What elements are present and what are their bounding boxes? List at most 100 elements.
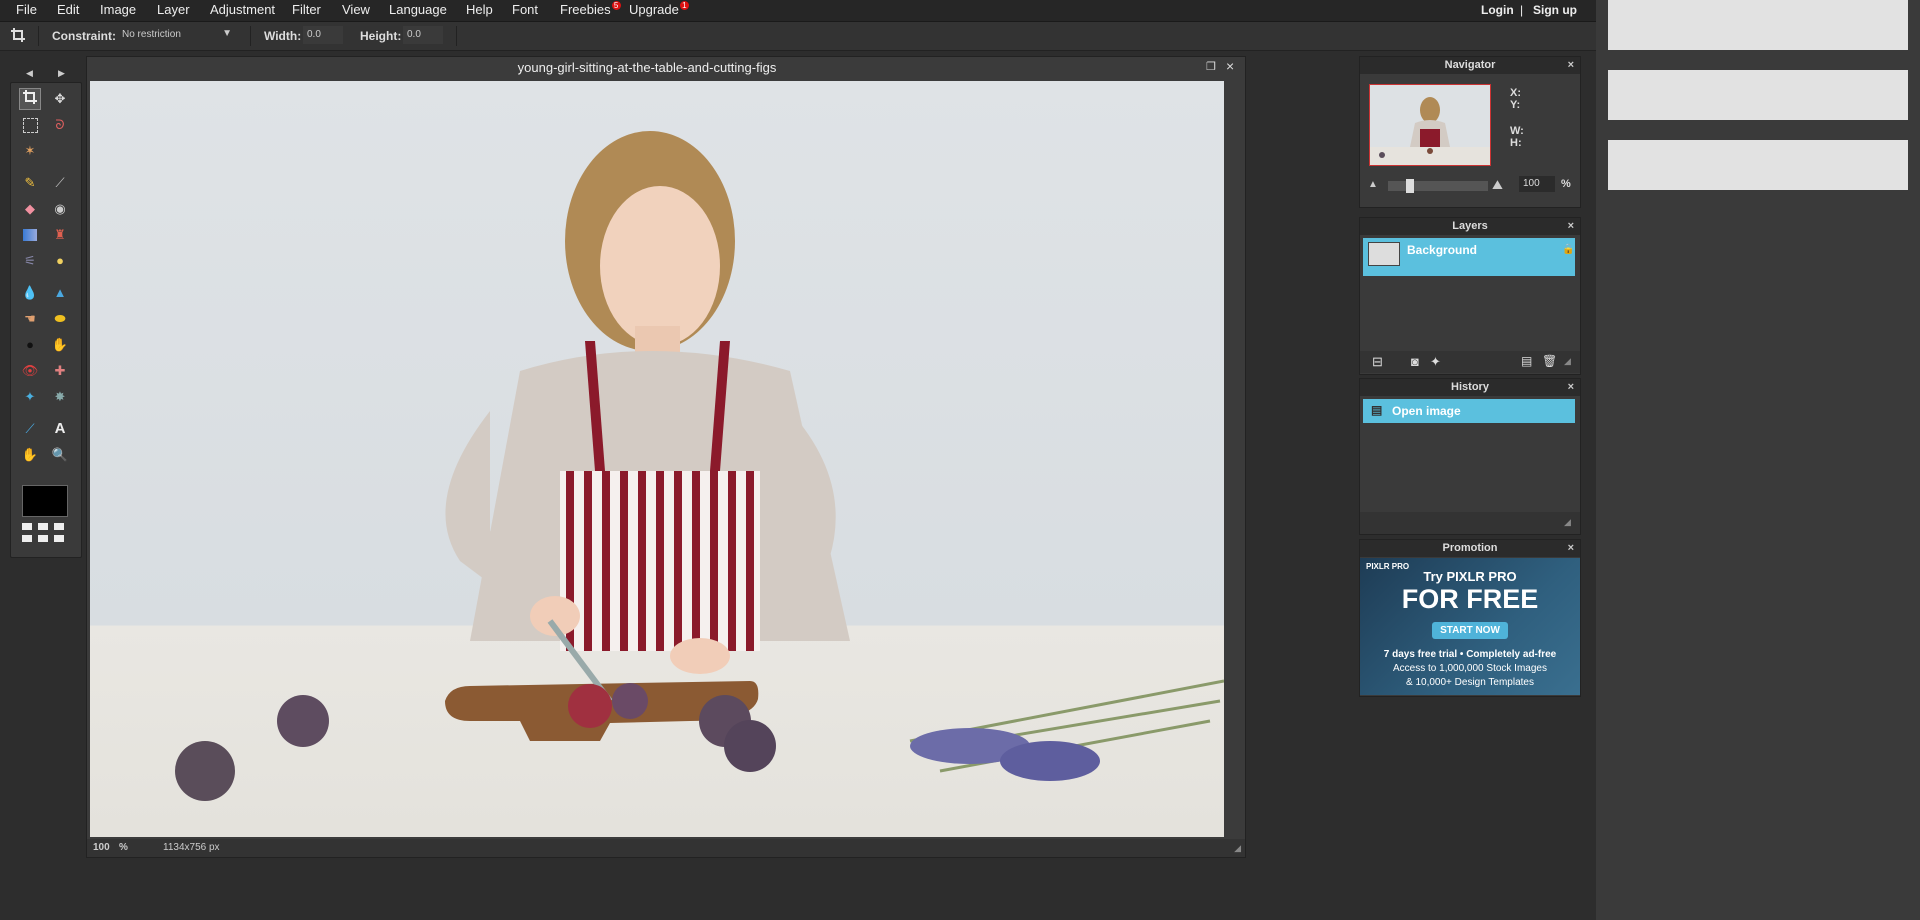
zoom-tool-icon[interactable]: 🔍 — [49, 444, 71, 466]
document-close-icon[interactable]: × — [1226, 58, 1234, 74]
height-label: Height: — [360, 29, 402, 43]
promotion-title: Promotion — [1442, 542, 1498, 554]
menu-freebies[interactable]: Freebies 5 — [560, 1, 621, 17]
spot-heal-tool-icon[interactable]: ✚ — [49, 360, 71, 382]
zoom-value[interactable]: 100 — [93, 842, 110, 853]
nav-zoom-input[interactable]: 100 — [1519, 176, 1555, 192]
bucket-tool-icon[interactable]: ◉ — [49, 198, 71, 220]
document-window: young-girl-sitting-at-the-table-and-cutt… — [86, 56, 1246, 858]
promo-line2: FOR FREE — [1401, 584, 1539, 614]
blur-tool-icon[interactable]: 💧 — [19, 282, 41, 304]
color-replace-tool-icon[interactable]: ⚟ — [19, 250, 41, 272]
ad-placeholder-3[interactable] — [1608, 140, 1908, 190]
promo-line4: Access to 1,000,000 Stock Images — [1393, 663, 1547, 674]
nav-zoom-handle[interactable] — [1406, 179, 1414, 193]
promotion-panel: Promotion × PIXLR PRO Try PIXLR PRO FOR … — [1359, 539, 1581, 697]
width-label: Width: — [264, 29, 302, 43]
image-size: 1134x756 px — [163, 842, 220, 853]
promo-line1: Try PIXLR PRO — [1423, 569, 1517, 584]
menu-edit[interactable]: Edit — [57, 2, 79, 17]
type-tool-icon[interactable]: A — [49, 418, 71, 440]
menu-image[interactable]: Image — [100, 2, 136, 17]
nav-zoom-unit: % — [1561, 178, 1571, 190]
promotion-close-icon[interactable]: × — [1568, 540, 1574, 557]
navigator-thumbnail[interactable] — [1369, 84, 1491, 166]
signup-link[interactable]: Sign up — [1533, 3, 1577, 17]
ad-placeholder-1[interactable] — [1608, 0, 1908, 50]
toolbox-collapse-right-icon[interactable]: ▶ — [58, 68, 65, 79]
upgrade-badge: 1 — [679, 1, 689, 10]
pinch-tool-icon[interactable]: ✸ — [49, 386, 71, 408]
navigator-panel: Navigator × X: Y: W: H: ▲ ⛰ 100 % — [1359, 56, 1581, 208]
crop-tool[interactable] — [19, 88, 41, 110]
delete-layer-icon[interactable]: 🗑 — [1542, 354, 1557, 368]
ad-placeholder-2[interactable] — [1608, 70, 1908, 120]
menu-font[interactable]: Font — [512, 2, 538, 17]
smudge-tool-icon[interactable]: ☚ — [19, 308, 41, 330]
layer-item-background[interactable]: Background 🔒 — [1363, 238, 1575, 276]
nav-y-label: Y: — [1510, 99, 1521, 111]
gradient-tool-icon[interactable] — [19, 224, 41, 246]
menu-upgrade[interactable]: Upgrade 1 — [629, 1, 689, 17]
login-link[interactable]: Login — [1481, 3, 1514, 17]
layer-settings-icon[interactable]: ⊟ — [1372, 354, 1383, 370]
nav-zoom-value: 100 — [1523, 178, 1540, 189]
marquee-tool-icon[interactable] — [19, 114, 41, 136]
zoom-out-icon[interactable]: ▲ — [1368, 179, 1378, 190]
lock-icon: 🔒 — [1562, 244, 1575, 255]
promotion-banner[interactable]: PIXLR PRO Try PIXLR PRO FOR FREE START N… — [1360, 558, 1580, 695]
layers-close-icon[interactable]: × — [1568, 218, 1574, 235]
brush-tool-icon[interactable]: ⟋ — [49, 172, 71, 194]
color-picker-tool-icon[interactable]: ⟋ — [19, 418, 41, 440]
new-layer-icon[interactable]: ▤ — [1521, 354, 1532, 368]
nav-zoom-slider[interactable] — [1388, 179, 1488, 193]
constraint-select[interactable]: No restriction ▼ — [118, 26, 236, 44]
menu-layer[interactable]: Layer — [157, 2, 190, 17]
promo-start-now-button[interactable]: START NOW — [1432, 622, 1508, 639]
foreground-color-swatch[interactable] — [22, 485, 68, 517]
promo-line5: & 10,000+ Design Templates — [1406, 677, 1534, 688]
dodge-tool-icon[interactable]: ● — [19, 334, 41, 356]
layer-style-icon[interactable]: ✦ — [1430, 354, 1441, 370]
history-resize-icon[interactable]: ◢ — [1564, 517, 1571, 528]
zoom-in-icon[interactable]: ⛰ — [1492, 177, 1503, 193]
eraser-tool-icon[interactable]: ◆ — [19, 198, 41, 220]
layer-mask-icon[interactable]: ◙ — [1411, 354, 1419, 369]
burn-tool-icon[interactable]: ✋ — [49, 334, 71, 356]
pencil-tool-icon[interactable]: ✎ — [19, 172, 41, 194]
move-tool-icon[interactable]: ✥ — [49, 88, 71, 110]
sharpen-tool-icon[interactable]: ▲ — [49, 282, 71, 304]
history-item-open-image[interactable]: ▤ Open image — [1363, 399, 1575, 423]
layer-name: Background — [1407, 243, 1478, 257]
bloat-tool-icon[interactable]: ✦ — [19, 386, 41, 408]
red-eye-tool-icon[interactable]: 👁 — [19, 360, 41, 382]
menu-adjustment[interactable]: Adjustment — [210, 2, 275, 17]
upgrade-label: Upgrade — [629, 2, 679, 17]
menu-language[interactable]: Language — [389, 2, 447, 17]
resize-grip-icon[interactable]: ◢ — [1234, 843, 1241, 854]
wand-tool-icon[interactable]: ✶ — [19, 140, 41, 162]
toolbox-collapse-left-icon[interactable]: ◀ — [26, 68, 33, 79]
layers-footer: ⊟ ◙ ✦ ▤ 🗑 ◢ — [1360, 351, 1580, 373]
menu-help[interactable]: Help — [466, 2, 493, 17]
crop-tool-icon — [23, 90, 37, 104]
width-input[interactable]: 0.0 — [303, 26, 343, 44]
promo-bullet: • — [1459, 649, 1464, 660]
menu-file[interactable]: File — [16, 2, 37, 17]
crop-icon — [10, 27, 26, 43]
layers-resize-icon[interactable]: ◢ — [1564, 356, 1571, 367]
image-canvas[interactable] — [90, 81, 1224, 837]
color-palette-grid[interactable] — [22, 523, 68, 549]
stamp-tool-icon[interactable]: ♜ — [49, 224, 71, 246]
promotion-header: Promotion × — [1360, 540, 1580, 557]
navigator-close-icon[interactable]: × — [1568, 57, 1574, 74]
lasso-tool-icon[interactable]: ᘐ — [49, 114, 71, 136]
maximize-icon[interactable]: ❐ — [1206, 60, 1216, 73]
height-input[interactable]: 0.0 — [403, 26, 443, 44]
sponge-tool-icon[interactable]: ⬬ — [49, 308, 71, 330]
drawing-tool-icon[interactable]: ● — [49, 250, 71, 272]
history-close-icon[interactable]: × — [1568, 379, 1574, 396]
menu-filter[interactable]: Filter — [292, 2, 321, 17]
hand-tool-icon[interactable]: ✋ — [19, 444, 41, 466]
menu-view[interactable]: View — [342, 2, 370, 17]
